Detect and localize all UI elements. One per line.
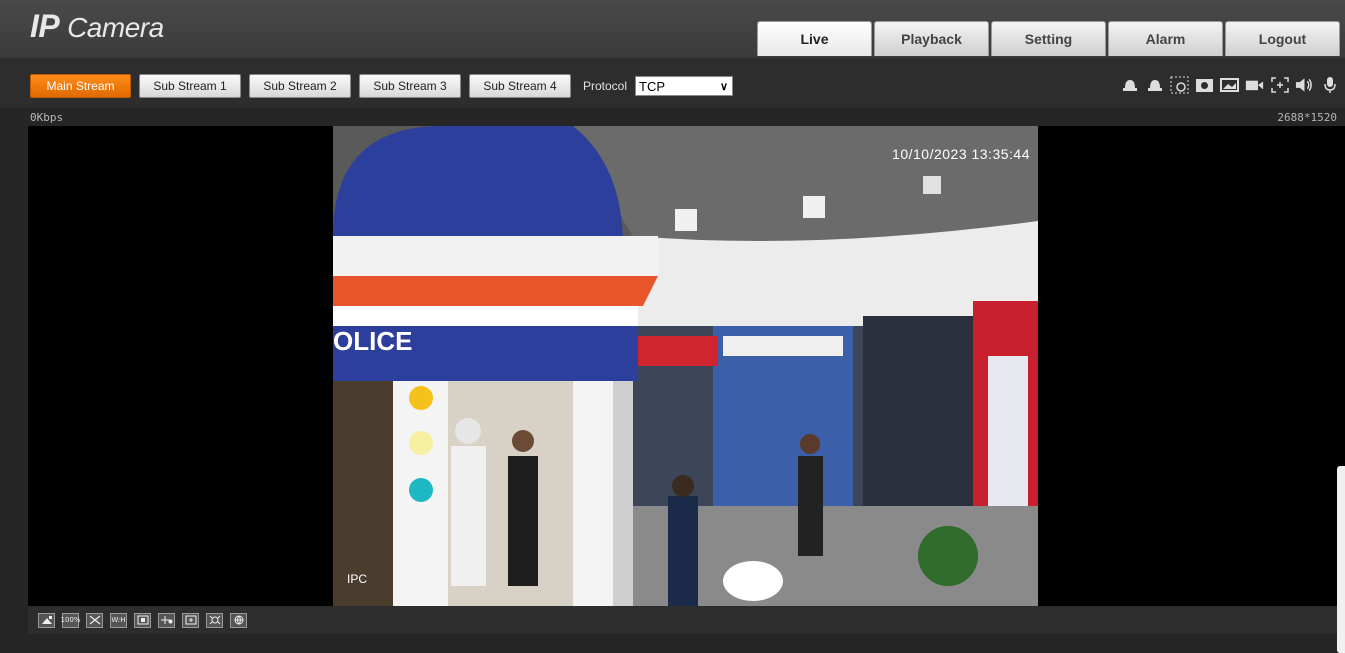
fullscreen-icon[interactable] <box>1270 75 1289 94</box>
protocol-value: TCP <box>639 78 666 94</box>
sub-stream-2-button[interactable]: Sub Stream 2 <box>249 74 351 98</box>
sub-stream-1-button[interactable]: Sub Stream 1 <box>139 74 241 98</box>
tab-setting[interactable]: Setting <box>991 21 1106 56</box>
stream-buttons: Main Stream Sub Stream 1 Sub Stream 2 Su… <box>30 74 734 98</box>
view-controls-bar: 100% W:H <box>28 606 1345 634</box>
live-video-frame[interactable]: OLICE 10/10/2023 13:35:44 IPC <box>333 126 1038 606</box>
ptz-icon[interactable] <box>158 612 175 628</box>
main-nav: Live Playback Setting Alarm Logout <box>757 21 1340 56</box>
stream-toolbar: Main Stream Sub Stream 1 Sub Stream 2 Su… <box>0 58 1345 108</box>
tab-playback[interactable]: Playback <box>874 21 989 56</box>
speaker-icon[interactable] <box>1295 75 1314 94</box>
region-zoom-icon[interactable] <box>1170 75 1189 94</box>
fisheye-icon[interactable] <box>206 612 223 628</box>
aspect-ratio-icon[interactable]: W:H <box>110 612 127 628</box>
logo-ip: IP <box>30 8 60 44</box>
protocol-label: Protocol <box>583 79 628 93</box>
crosshair-icon[interactable] <box>182 612 199 628</box>
side-float-widget[interactable] <box>1337 466 1345 653</box>
digital-zoom-icon[interactable] <box>134 612 151 628</box>
chevron-down-icon: ∨ <box>719 80 729 93</box>
scene-sign-text: OLICE <box>333 326 413 356</box>
osd-channel-name: IPC <box>347 572 368 586</box>
record-icon[interactable] <box>1245 75 1264 94</box>
resolution-readout: 2688*1520 <box>1277 111 1337 124</box>
osd-timestamp: 10/10/2023 13:35:44 <box>892 146 1030 162</box>
globe-icon[interactable] <box>230 612 247 628</box>
bitrate-readout: 0Kbps <box>30 111 64 124</box>
snapshot-icon[interactable] <box>1195 75 1214 94</box>
microphone-icon[interactable] <box>1320 75 1339 94</box>
sub-stream-3-button[interactable]: Sub Stream 3 <box>359 74 461 98</box>
tab-live[interactable]: Live <box>757 21 872 56</box>
tab-alarm[interactable]: Alarm <box>1108 21 1223 56</box>
app-header: IP Camera Live Playback Setting Alarm Lo… <box>0 0 1345 58</box>
protocol-select[interactable]: TCP ∨ <box>635 76 734 96</box>
tab-logout[interactable]: Logout <box>1225 21 1340 56</box>
sub-stream-4-button[interactable]: Sub Stream 4 <box>469 74 571 98</box>
video-viewport[interactable]: OLICE 10/10/2023 13:35:44 IPC <box>28 126 1345 606</box>
logo-camera: Camera <box>67 12 164 43</box>
image-icon[interactable] <box>1220 75 1239 94</box>
original-size-icon[interactable] <box>38 612 55 628</box>
video-scene <box>333 126 1038 606</box>
alarm-bell-icon[interactable] <box>1120 75 1139 94</box>
zoom-100-icon[interactable]: 100% <box>61 612 81 628</box>
fit-window-icon[interactable] <box>86 612 103 628</box>
main-stream-button[interactable]: Main Stream <box>30 74 131 98</box>
live-tool-icons <box>1120 75 1339 94</box>
app-logo: IP Camera <box>30 8 164 45</box>
footer-strip <box>0 634 1345 653</box>
alarm-bell-icon[interactable] <box>1145 75 1164 94</box>
